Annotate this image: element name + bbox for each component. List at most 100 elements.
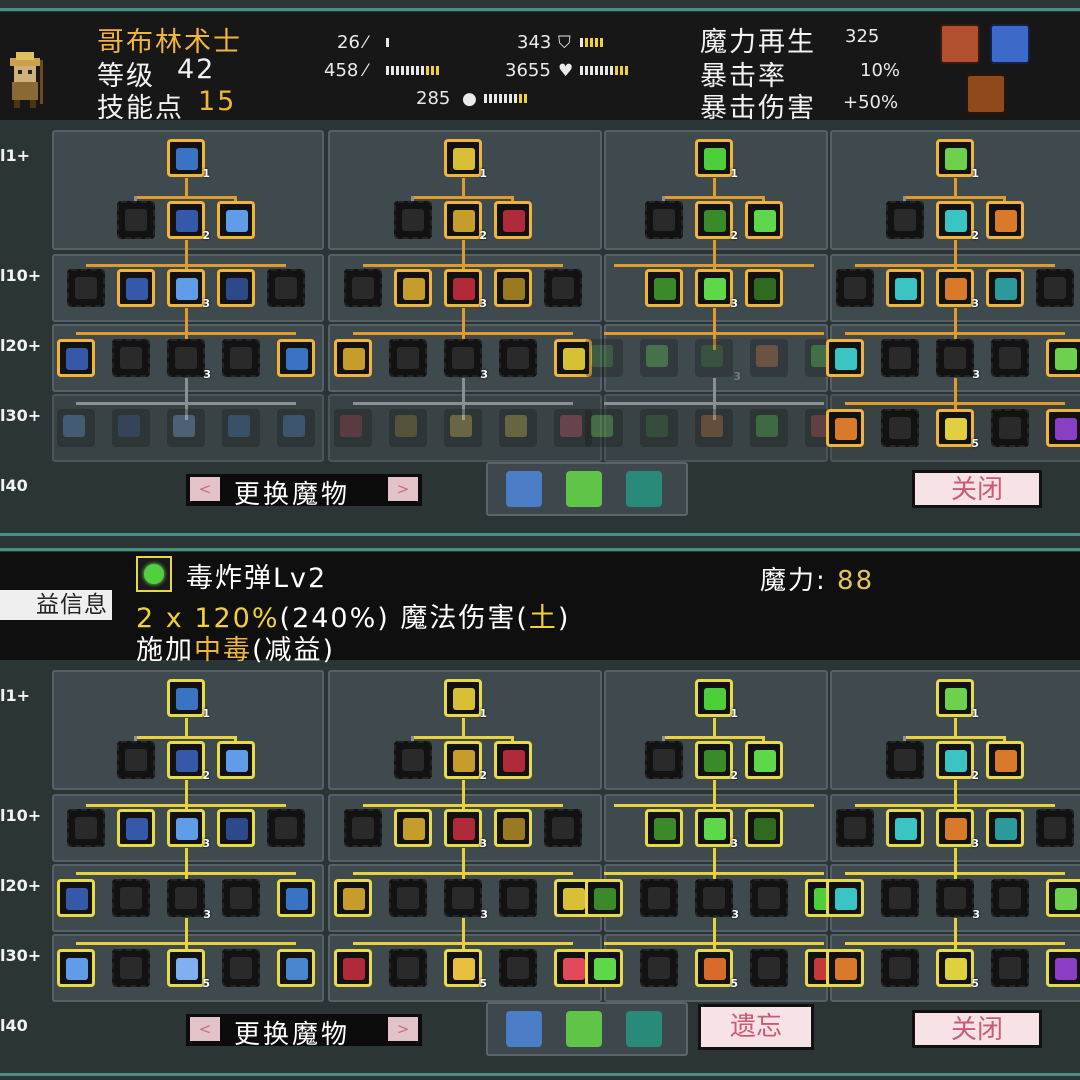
skill-node-icon[interactable]	[585, 949, 623, 987]
skill-node-icon[interactable]	[334, 949, 372, 987]
skill-node-icon[interactable]: 2	[695, 201, 738, 242]
skill-node-icon[interactable]	[394, 809, 432, 847]
skill-node-icon[interactable]: 1	[936, 139, 979, 180]
skill-node-icon[interactable]	[117, 201, 155, 239]
skill-node-icon[interactable]	[344, 809, 382, 847]
skill-node-icon[interactable]	[745, 201, 783, 239]
skill-node-icon[interactable]	[1046, 949, 1080, 987]
skill-node-icon[interactable]: 3	[444, 809, 487, 850]
skill-node-icon[interactable]: 3	[695, 339, 741, 383]
monster-slot-3[interactable]	[626, 1011, 662, 1047]
skill-node-icon[interactable]	[640, 879, 678, 917]
skill-node-icon[interactable]	[1046, 879, 1080, 917]
skill-node-icon[interactable]	[836, 809, 874, 847]
skill-node-icon[interactable]: 2	[444, 201, 487, 242]
skill-node-icon[interactable]: 3	[695, 879, 739, 921]
skill-node-icon[interactable]	[217, 269, 255, 307]
skill-node-icon[interactable]	[344, 269, 382, 307]
skill-node-icon[interactable]	[499, 949, 537, 987]
skill-node-icon[interactable]	[217, 809, 255, 847]
skill-node-icon[interactable]: 5	[936, 949, 979, 990]
skill-node-icon[interactable]	[991, 949, 1029, 987]
skill-node-icon[interactable]	[394, 269, 432, 307]
skill-node-icon[interactable]	[881, 409, 919, 447]
skill-node-icon[interactable]	[991, 339, 1029, 377]
skill-node-icon[interactable]	[494, 269, 532, 307]
skill-node-icon[interactable]	[585, 409, 623, 447]
skill-node-icon[interactable]	[217, 201, 255, 239]
skill-node-icon[interactable]	[645, 269, 683, 307]
skill-node-icon[interactable]	[389, 409, 427, 447]
skill-node-icon[interactable]	[117, 809, 155, 847]
skill-node-icon[interactable]: 2	[444, 741, 487, 782]
skill-node-icon[interactable]	[67, 269, 105, 307]
skill-node-icon[interactable]: 3	[695, 269, 738, 310]
prev-arrow-button[interactable]: <	[190, 477, 220, 501]
skill-node-icon[interactable]	[222, 879, 260, 917]
skill-node-icon[interactable]	[826, 879, 864, 917]
skill-node-icon[interactable]: 3	[936, 809, 979, 850]
skill-node-icon[interactable]	[1036, 269, 1074, 307]
skill-node-icon[interactable]	[695, 409, 733, 447]
skill-node-icon[interactable]	[640, 339, 678, 377]
skill-node-icon[interactable]: 3	[167, 269, 210, 310]
skill-node-icon[interactable]: 2	[167, 201, 210, 242]
skill-node-icon[interactable]	[334, 409, 372, 447]
skill-node-icon[interactable]: 3	[444, 339, 488, 381]
change-monster-button[interactable]: < 更换魔物 >	[186, 474, 422, 510]
skill-node-icon[interactable]	[640, 409, 678, 447]
skill-node-icon[interactable]	[826, 409, 864, 447]
skill-node-icon[interactable]: 3	[936, 269, 979, 310]
skill-node-icon[interactable]	[986, 809, 1024, 847]
skill-node-icon[interactable]: 1	[695, 679, 738, 720]
skill-node-icon[interactable]	[750, 339, 788, 377]
skill-node-icon[interactable]	[494, 201, 532, 239]
prev-arrow-button[interactable]: <	[190, 1017, 220, 1041]
skill-node-icon[interactable]	[222, 339, 260, 377]
skill-node-icon[interactable]	[826, 949, 864, 987]
skill-node-icon[interactable]	[334, 879, 372, 917]
skill-node-icon[interactable]	[886, 269, 924, 307]
skill-node-icon[interactable]	[117, 741, 155, 779]
skill-node-icon[interactable]	[1036, 809, 1074, 847]
skill-node-icon[interactable]: 3	[167, 809, 210, 850]
skill-node-icon[interactable]	[217, 741, 255, 779]
skill-node-icon[interactable]	[836, 269, 874, 307]
skill-node-icon[interactable]	[57, 339, 95, 377]
skill-node-icon[interactable]	[881, 339, 919, 377]
close-button[interactable]: 关闭	[912, 470, 1042, 508]
skill-node-icon[interactable]	[67, 809, 105, 847]
skill-node-icon[interactable]	[389, 879, 427, 917]
skill-node-icon[interactable]: 1	[167, 679, 210, 720]
skill-node-icon[interactable]	[585, 879, 623, 917]
skill-node-icon[interactable]	[494, 809, 532, 847]
skill-node-icon[interactable]	[745, 809, 783, 847]
skill-node-icon[interactable]	[499, 409, 537, 447]
skill-node-icon[interactable]	[389, 949, 427, 987]
skill-node-icon[interactable]	[57, 949, 95, 987]
skill-node-icon[interactable]	[57, 409, 95, 447]
skill-node-icon[interactable]	[499, 879, 537, 917]
skill-node-icon[interactable]	[544, 269, 582, 307]
skill-node-icon[interactable]	[750, 409, 788, 447]
skill-node-icon[interactable]	[991, 879, 1029, 917]
skill-node-icon[interactable]	[277, 949, 315, 987]
skill-node-icon[interactable]	[277, 879, 315, 917]
skill-node-icon[interactable]	[267, 269, 305, 307]
skill-node-icon[interactable]	[886, 741, 924, 779]
skill-node-icon[interactable]	[745, 741, 783, 779]
monster-slot-2[interactable]	[566, 1011, 602, 1047]
skill-node-icon[interactable]	[167, 409, 205, 447]
skill-node-icon[interactable]: 5	[167, 949, 210, 990]
skill-node-icon[interactable]	[394, 741, 432, 779]
skill-node-icon[interactable]	[222, 409, 260, 447]
skill-node-icon[interactable]: 2	[167, 741, 210, 782]
skill-node-icon[interactable]	[750, 879, 788, 917]
next-arrow-button[interactable]: >	[388, 1017, 418, 1041]
skill-node-icon[interactable]	[886, 809, 924, 847]
skill-node-icon[interactable]	[750, 949, 788, 987]
change-monster-button[interactable]: < 更换魔物 >	[186, 1014, 422, 1050]
skill-node-icon[interactable]: 1	[444, 139, 487, 180]
skill-node-icon[interactable]	[645, 201, 683, 239]
skill-node-icon[interactable]: 5	[695, 949, 738, 990]
